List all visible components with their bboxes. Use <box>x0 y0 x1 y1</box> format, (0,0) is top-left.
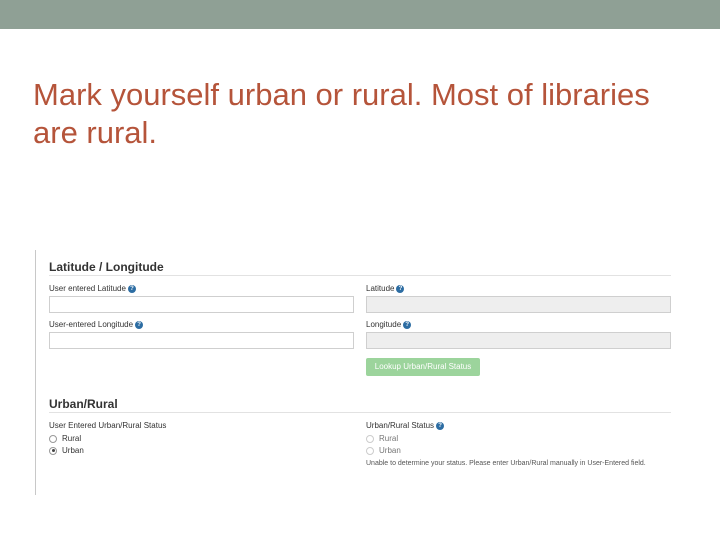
top-accent-bar <box>0 0 720 29</box>
user-latitude-input[interactable] <box>49 296 354 313</box>
user-longitude-label-row: User-entered Longitude? <box>49 320 144 329</box>
user-status-label: User Entered Urban/Rural Status <box>49 421 167 430</box>
radio-label: Rural <box>62 434 82 443</box>
longitude-label-row: Longitude? <box>366 320 412 329</box>
question-circle-icon[interactable]: ? <box>135 320 144 329</box>
question-circle-icon[interactable]: ? <box>396 284 405 293</box>
user-longitude-label: User-entered Longitude <box>49 320 134 329</box>
section-divider <box>49 412 671 413</box>
radio-label: Rural <box>379 434 399 443</box>
radio-button <box>366 446 374 455</box>
status-note: Unable to determine your status. Please … <box>366 460 646 467</box>
user-rural-option[interactable]: Rural <box>49 434 81 443</box>
latlong-section-title: Latitude / Longitude <box>49 260 164 274</box>
radio-button[interactable] <box>49 434 57 443</box>
user-latitude-label: User entered Latitude <box>49 284 126 293</box>
longitude-label: Longitude <box>366 320 402 329</box>
question-circle-icon[interactable]: ? <box>127 284 136 293</box>
lookup-status-button[interactable]: Lookup Urban/Rural Status <box>366 358 480 376</box>
radio-label: Urban <box>62 446 84 455</box>
user-longitude-input[interactable] <box>49 332 354 349</box>
status-label-row: Urban/Rural Status? <box>366 421 445 430</box>
question-circle-icon[interactable]: ? <box>436 421 445 430</box>
user-latitude-label-row: User entered Latitude? <box>49 284 136 293</box>
form-screenshot-panel: Latitude / Longitude User entered Latitu… <box>35 250 676 495</box>
section-divider <box>49 275 671 276</box>
longitude-field <box>366 332 671 349</box>
slide-title: Mark yourself urban or rural. Most of li… <box>33 77 650 150</box>
status-urban-option: Urban <box>366 446 401 455</box>
latitude-label-row: Latitude? <box>366 284 405 293</box>
latitude-label: Latitude <box>366 284 395 293</box>
radio-button[interactable] <box>49 446 57 455</box>
status-label: Urban/Rural Status <box>366 421 435 430</box>
radio-label: Urban <box>379 446 401 455</box>
radio-button <box>366 434 374 443</box>
urbanrural-section-title: Urban/Rural <box>49 397 118 411</box>
question-circle-icon[interactable]: ? <box>403 320 412 329</box>
latitude-field <box>366 296 671 313</box>
status-rural-option: Rural <box>366 434 398 443</box>
user-urban-option[interactable]: Urban <box>49 446 84 455</box>
